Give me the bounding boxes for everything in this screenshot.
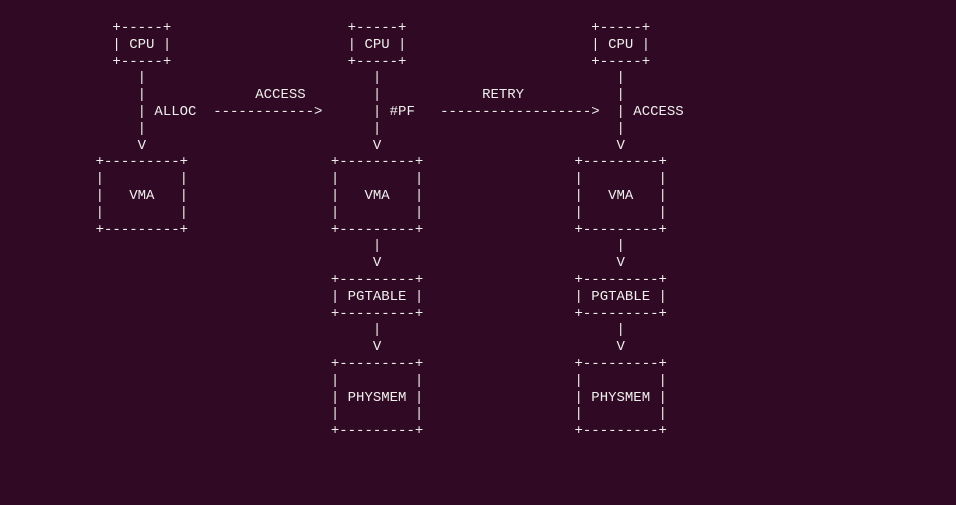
- ascii-diagram: +-----+ +-----+ +-----+ | CPU | | CPU | …: [20, 20, 936, 440]
